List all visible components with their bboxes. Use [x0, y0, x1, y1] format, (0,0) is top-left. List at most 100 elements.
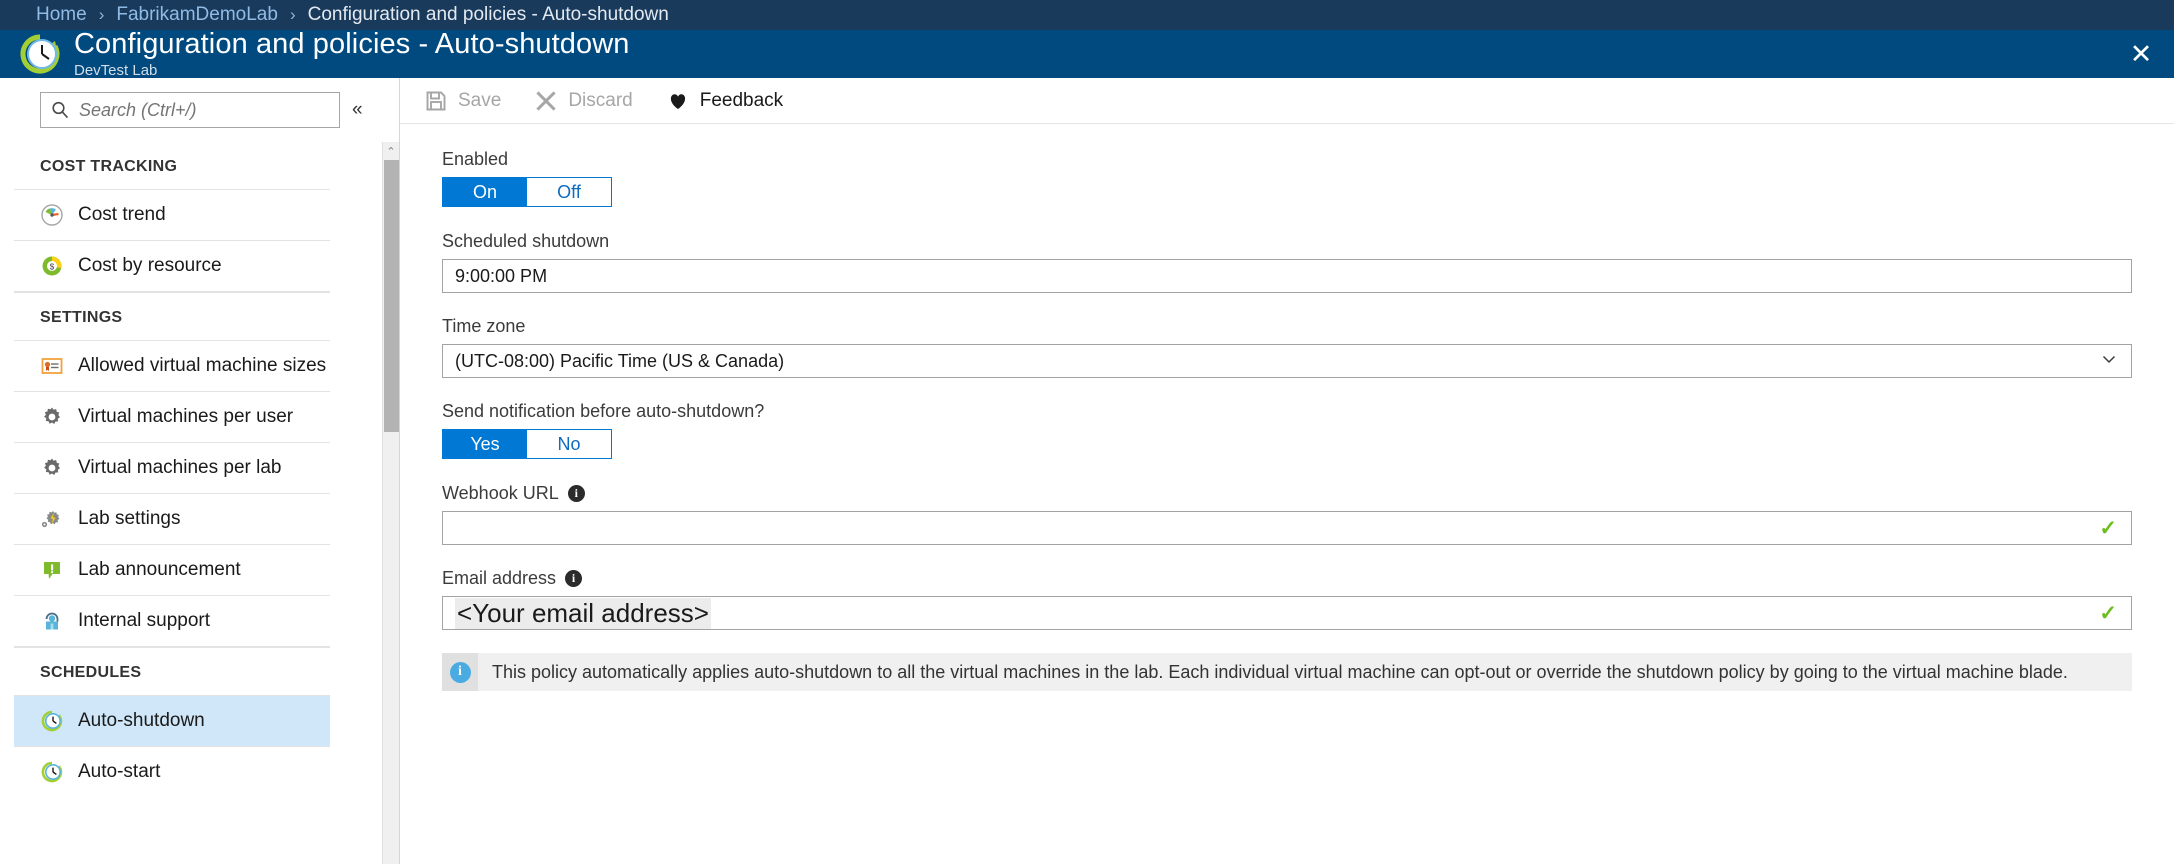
discard-button[interactable]: Discard [535, 89, 633, 112]
webhook-url-field[interactable]: ✓ [442, 511, 2132, 545]
info-banner-text: This policy automatically applies auto-s… [492, 661, 2068, 682]
collapse-sidebar-icon[interactable]: « [352, 99, 363, 121]
enabled-toggle-off[interactable]: Off [527, 178, 611, 206]
sidebar-item-vms-per-lab[interactable]: Virtual machines per lab [14, 442, 330, 493]
blade-body: « COST TRACKING [0, 78, 2174, 864]
webhook-url-label-text: Webhook URL [442, 483, 559, 503]
svg-text:$: $ [50, 263, 55, 272]
discard-label: Discard [568, 89, 633, 111]
heart-icon [667, 90, 689, 112]
breadcrumb-item-current: Configuration and policies - Auto-shutdo… [307, 4, 669, 25]
announcement-icon [40, 558, 64, 582]
sidebar-item-label: Auto-shutdown [78, 710, 205, 731]
sidebar-nav: COST TRACKING Cost trend $ Cost by resou… [0, 142, 399, 864]
cost-trend-icon [40, 203, 64, 227]
email-address-label: Email address i [442, 568, 2132, 589]
info-banner: i This policy automatically applies auto… [442, 653, 2132, 691]
scheduled-shutdown-input[interactable] [455, 260, 2119, 292]
sidebar-item-label: Virtual machines per user [78, 406, 294, 427]
valid-check-icon: ✓ [2099, 516, 2117, 540]
content-pane: Save Discard Feedback Enabled On Off Sch… [400, 78, 2174, 864]
close-icon[interactable]: ✕ [2124, 37, 2158, 71]
webhook-url-label: Webhook URL i [442, 483, 2132, 504]
cost-by-resource-icon: $ [40, 254, 64, 278]
feedback-label: Feedback [699, 89, 784, 111]
certificate-icon [40, 354, 64, 378]
email-address-label-text: Email address [442, 568, 557, 588]
send-notification-yes[interactable]: Yes [443, 430, 527, 458]
sidebar-item-label: Lab settings [78, 508, 181, 529]
webhook-url-input[interactable] [455, 512, 2119, 544]
sidebar-item-label: Auto-start [78, 761, 161, 782]
gear-icon [40, 456, 64, 480]
page-subtitle: DevTest Lab [74, 62, 158, 79]
time-zone-label: Time zone [442, 316, 526, 336]
sidebar-item-label: Lab announcement [78, 559, 241, 580]
time-zone-select[interactable]: (UTC-08:00) Pacific Time (US & Canada) [442, 344, 2132, 378]
enabled-label: Enabled [442, 149, 509, 169]
sidebar-item-internal-support[interactable]: Internal support [14, 595, 330, 646]
sidebar-item-allowed-vm-sizes[interactable]: Allowed virtual machine sizes [14, 340, 330, 391]
breadcrumb-separator-1: › [98, 5, 105, 24]
sidebar-group-schedules: SCHEDULES [40, 664, 142, 681]
enabled-toggle-on[interactable]: On [443, 178, 527, 206]
chevron-down-icon[interactable] [2101, 351, 2117, 371]
page-title: Configuration and policies - Auto-shutdo… [74, 28, 630, 60]
email-address-field[interactable]: <Your email address> ✓ [442, 596, 2132, 630]
blade-header: Configuration and policies - Auto-shutdo… [0, 28, 2174, 80]
search-box[interactable] [40, 92, 340, 128]
support-icon [40, 609, 64, 633]
feedback-button[interactable]: Feedback [667, 90, 783, 112]
sidebar: « COST TRACKING [0, 78, 400, 864]
sidebar-scrollbar[interactable]: ⌃ [382, 142, 399, 864]
sidebar-group-cost-tracking: COST TRACKING [40, 158, 178, 175]
search-icon [52, 101, 69, 119]
scroll-up-icon[interactable]: ⌃ [383, 142, 399, 160]
sidebar-item-lab-settings[interactable]: Lab settings [14, 493, 330, 544]
command-bar: Save Discard Feedback [400, 78, 2174, 124]
info-icon[interactable]: i [565, 570, 583, 587]
email-address-value: <Your email address> [455, 597, 711, 629]
sidebar-item-label: Cost by resource [78, 255, 222, 276]
clock-refresh-icon [40, 760, 64, 784]
breadcrumb-separator-2: › [289, 5, 296, 24]
search-input[interactable] [79, 99, 319, 121]
time-zone-value: (UTC-08:00) Pacific Time (US & Canada) [455, 350, 785, 371]
sidebar-item-cost-by-resource[interactable]: $ Cost by resource [14, 240, 330, 291]
enabled-toggle[interactable]: On Off [442, 177, 612, 207]
discard-icon [535, 90, 557, 112]
breadcrumb-item-lab[interactable]: FabrikamDemoLab [116, 4, 278, 26]
sidebar-search-row: « [0, 78, 399, 142]
gear-icon [40, 405, 64, 429]
sidebar-item-auto-start[interactable]: Auto-start [14, 746, 330, 797]
save-button[interactable]: Save [425, 90, 501, 112]
send-notification-label: Send notification before auto-shutdown? [442, 401, 765, 421]
header-title-group: Configuration and policies - Auto-shutdo… [74, 28, 630, 80]
save-label: Save [458, 89, 502, 111]
breadcrumb-item-home[interactable]: Home [36, 4, 87, 26]
sidebar-item-vms-per-user[interactable]: Virtual machines per user [14, 391, 330, 442]
sidebar-item-label: Cost trend [78, 204, 166, 225]
auto-shutdown-form: Enabled On Off Scheduled shutdown Time z… [400, 124, 2174, 691]
valid-check-icon: ✓ [2099, 601, 2117, 625]
info-icon: i [449, 661, 471, 683]
info-banner-icon-cell: i [442, 653, 478, 691]
azure-portal-blade: Home › FabrikamDemoLab › Configuration a… [0, 0, 2174, 864]
sidebar-item-label: Internal support [78, 610, 211, 631]
sidebar-item-label: Allowed virtual machine sizes [78, 355, 327, 376]
sidebar-item-cost-trend[interactable]: Cost trend [14, 189, 330, 240]
scheduled-shutdown-field[interactable] [442, 259, 2132, 293]
send-notification-no[interactable]: No [527, 430, 611, 458]
lab-settings-icon [40, 507, 64, 531]
save-icon [425, 90, 447, 112]
info-icon[interactable]: i [567, 485, 585, 502]
send-notification-toggle[interactable]: Yes No [442, 429, 612, 459]
sidebar-item-lab-announcement[interactable]: Lab announcement [14, 544, 330, 595]
sidebar-group-settings: SETTINGS [40, 309, 123, 326]
sidebar-item-auto-shutdown[interactable]: Auto-shutdown [14, 695, 330, 746]
scrollbar-thumb[interactable] [384, 160, 399, 432]
scheduled-shutdown-label: Scheduled shutdown [442, 231, 610, 251]
breadcrumb: Home › FabrikamDemoLab › Configuration a… [0, 0, 2174, 30]
sidebar-item-label: Virtual machines per lab [78, 457, 282, 478]
clock-refresh-icon [18, 32, 62, 76]
